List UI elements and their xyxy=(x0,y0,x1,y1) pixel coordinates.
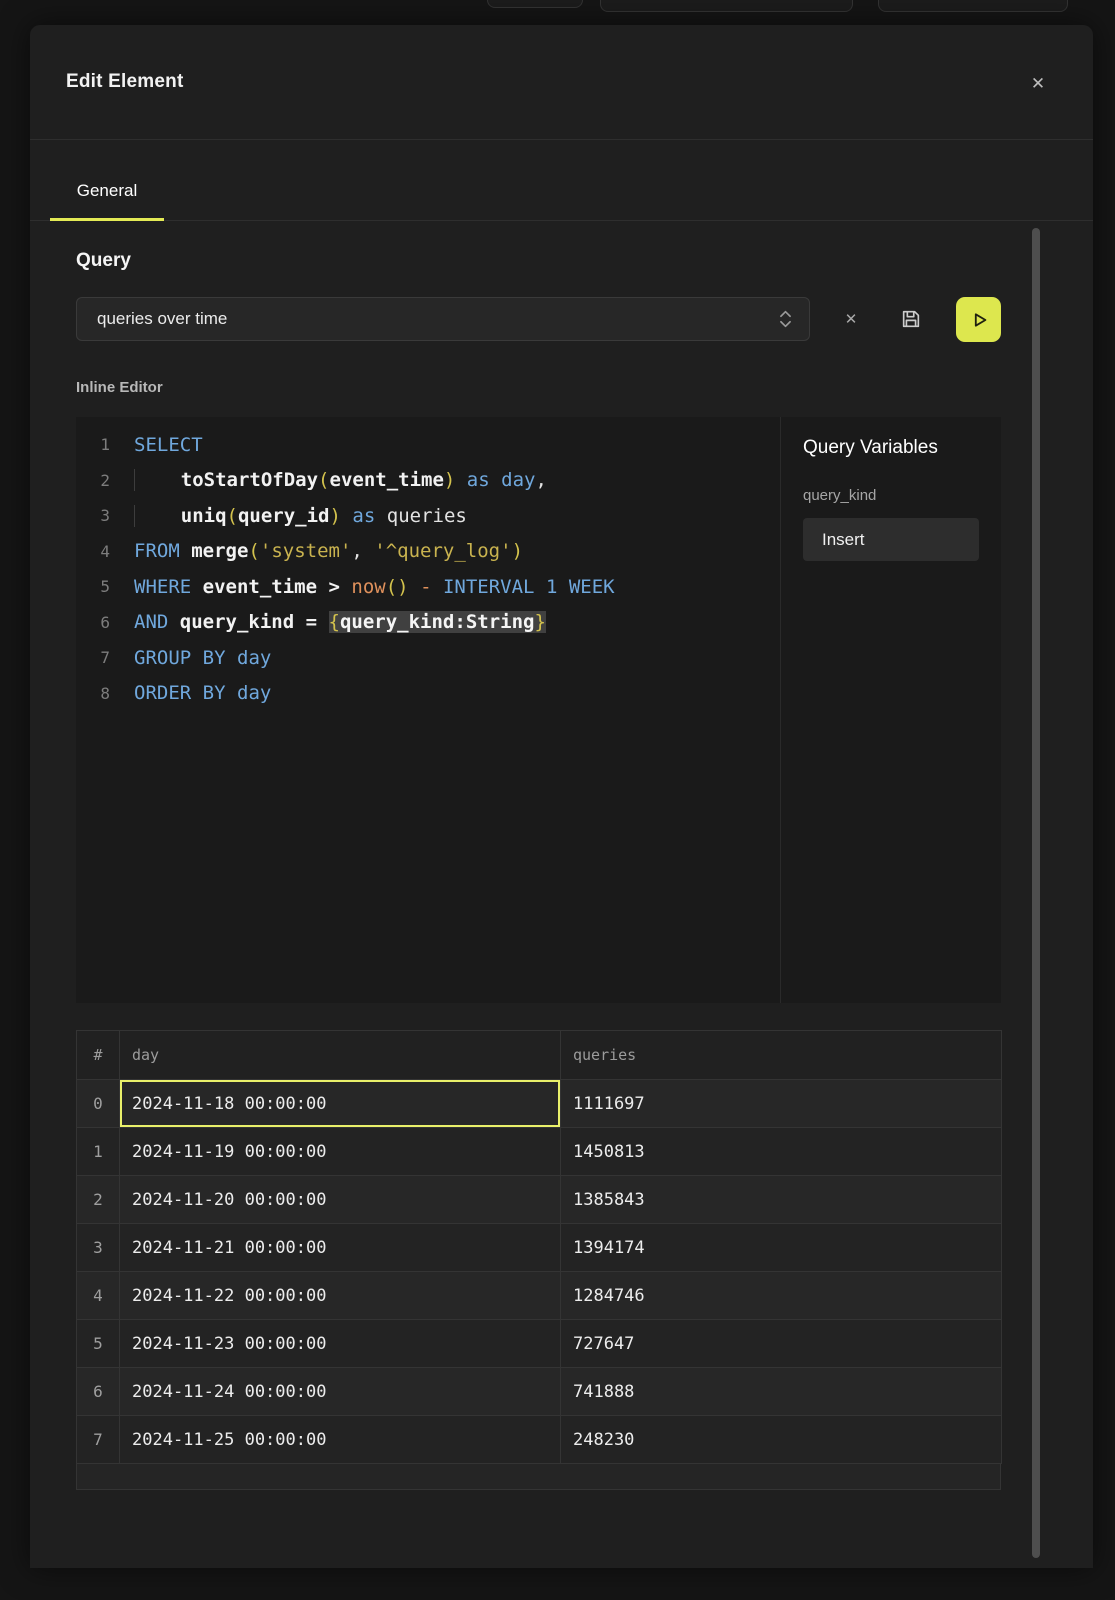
variable-name-label: query_kind xyxy=(803,487,979,504)
table-header-row: # day queries xyxy=(77,1031,1002,1080)
results-table: # day queries 02024-11-18 00:00:00111169… xyxy=(76,1030,1002,1464)
code-text: ORDER BY day xyxy=(134,682,271,704)
cell-queries[interactable]: 248230 xyxy=(561,1416,1002,1464)
cell-queries[interactable]: 727647 xyxy=(561,1320,1002,1368)
cell-index: 3 xyxy=(77,1224,120,1272)
code-line: 7 GROUP BY day xyxy=(76,640,780,676)
table-row: 02024-11-18 00:00:001111697 xyxy=(77,1080,1002,1128)
line-number: 1 xyxy=(76,435,110,454)
cell-day[interactable]: 2024-11-25 00:00:00 xyxy=(120,1416,561,1464)
code-line: 8 ORDER BY day xyxy=(76,676,780,712)
table-row: 72024-11-25 00:00:00248230 xyxy=(77,1416,1002,1464)
table-row: 42024-11-22 00:00:001284746 xyxy=(77,1272,1002,1320)
table-row: 22024-11-20 00:00:001385843 xyxy=(77,1176,1002,1224)
line-number: 5 xyxy=(76,577,110,596)
edit-element-modal: Edit Element ✕ General Query queries ove… xyxy=(30,25,1093,1568)
query-select-value: queries over time xyxy=(97,309,778,329)
cell-index: 6 xyxy=(77,1368,120,1416)
col-header-day: day xyxy=(120,1031,561,1080)
cell-day[interactable]: 2024-11-23 00:00:00 xyxy=(120,1320,561,1368)
col-header-queries: queries xyxy=(561,1031,1002,1080)
code-line: 3 uniq(query_id) as queries xyxy=(76,498,780,534)
cell-queries[interactable]: 1394174 xyxy=(561,1224,1002,1272)
cell-queries[interactable]: 1111697 xyxy=(561,1080,1002,1128)
background-input-partial xyxy=(600,0,853,12)
code-text: uniq(query_id) as queries xyxy=(134,505,467,527)
modal-header: Edit Element ✕ xyxy=(30,25,1093,140)
query-variables-panel: Query Variables query_kind Insert xyxy=(780,417,1001,1003)
save-icon xyxy=(900,308,922,330)
partial-table-row xyxy=(76,1464,1001,1490)
code-text: AND query_kind = {query_kind:String} xyxy=(134,611,546,633)
table-row: 12024-11-19 00:00:001450813 xyxy=(77,1128,1002,1176)
line-number: 7 xyxy=(76,648,110,667)
col-header-index: # xyxy=(77,1031,120,1080)
line-number: 3 xyxy=(76,506,110,525)
cell-index: 4 xyxy=(77,1272,120,1320)
cell-day[interactable]: 2024-11-18 00:00:00 xyxy=(120,1080,561,1128)
table-row: 62024-11-24 00:00:00741888 xyxy=(77,1368,1002,1416)
clear-query-button[interactable]: ✕ xyxy=(835,304,867,334)
table-row: 52024-11-23 00:00:00727647 xyxy=(77,1320,1002,1368)
line-number: 6 xyxy=(76,613,110,632)
modal-title: Edit Element xyxy=(66,71,183,93)
cell-queries[interactable]: 1385843 xyxy=(561,1176,1002,1224)
query-select[interactable]: queries over time xyxy=(76,297,810,341)
cell-day[interactable]: 2024-11-22 00:00:00 xyxy=(120,1272,561,1320)
close-button[interactable]: ✕ xyxy=(1021,67,1055,101)
play-icon xyxy=(968,309,990,331)
insert-variable-button[interactable]: Insert xyxy=(803,518,979,561)
query-section-heading: Query xyxy=(76,250,131,272)
cell-queries[interactable]: 741888 xyxy=(561,1368,1002,1416)
inline-editor-label: Inline Editor xyxy=(76,379,163,396)
chevron-updown-icon xyxy=(778,308,793,330)
background-button-partial xyxy=(487,0,583,8)
line-number: 4 xyxy=(76,542,110,561)
code-line: 4 FROM merge('system', '^query_log') xyxy=(76,534,780,570)
code-area[interactable]: 1 SELECT 2 toStartOfDay(event_time) as day… xyxy=(76,417,780,1003)
code-text: WHERE event_time > now() - INTERVAL 1 WE… xyxy=(134,576,615,598)
line-number: 8 xyxy=(76,684,110,703)
query-variables-heading: Query Variables xyxy=(803,437,979,459)
cell-day[interactable]: 2024-11-20 00:00:00 xyxy=(120,1176,561,1224)
page-background: Edit Element ✕ General Query queries ove… xyxy=(0,0,1115,1600)
code-line: 5 WHERE event_time > now() - INTERVAL 1 W… xyxy=(76,569,780,605)
cell-index: 0 xyxy=(77,1080,120,1128)
background-button-partial xyxy=(878,0,1068,12)
code-text: SELECT xyxy=(134,434,203,456)
results-section: # day queries 02024-11-18 00:00:00111169… xyxy=(76,1030,1001,1490)
cell-queries[interactable]: 1284746 xyxy=(561,1272,1002,1320)
cell-index: 7 xyxy=(77,1416,120,1464)
modal-scrollbar[interactable] xyxy=(1032,228,1040,1558)
code-line: 2 toStartOfDay(event_time) as day, xyxy=(76,463,780,499)
run-query-button[interactable] xyxy=(956,297,1001,342)
tab-general[interactable]: General xyxy=(50,164,164,221)
cell-index: 1 xyxy=(77,1128,120,1176)
cell-index: 2 xyxy=(77,1176,120,1224)
cell-index: 5 xyxy=(77,1320,120,1368)
code-text: GROUP BY day xyxy=(134,647,271,669)
cell-day[interactable]: 2024-11-19 00:00:00 xyxy=(120,1128,561,1176)
cell-day[interactable]: 2024-11-21 00:00:00 xyxy=(120,1224,561,1272)
cell-queries[interactable]: 1450813 xyxy=(561,1128,1002,1176)
code-text: toStartOfDay(event_time) as day, xyxy=(134,469,547,491)
save-query-button[interactable] xyxy=(891,300,931,340)
line-number: 2 xyxy=(76,471,110,490)
sql-editor: 1 SELECT 2 toStartOfDay(event_time) as day… xyxy=(76,417,1001,1003)
code-line: 1 SELECT xyxy=(76,427,780,463)
cell-day[interactable]: 2024-11-24 00:00:00 xyxy=(120,1368,561,1416)
code-text: FROM merge('system', '^query_log') xyxy=(134,540,523,562)
table-row: 32024-11-21 00:00:001394174 xyxy=(77,1224,1002,1272)
code-line: 6 AND query_kind = {query_kind:String} xyxy=(76,605,780,641)
tab-bar: General xyxy=(30,140,1093,221)
